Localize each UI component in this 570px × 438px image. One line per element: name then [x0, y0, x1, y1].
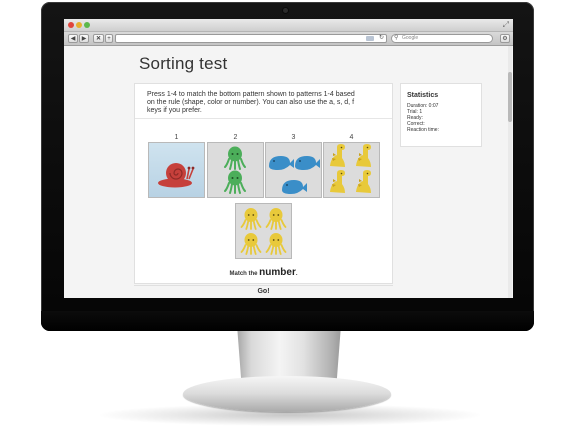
fullscreen-icon[interactable]: ⤢: [503, 20, 509, 30]
card-number-4: 4: [349, 134, 354, 141]
card-number-3: 3: [291, 134, 296, 141]
octopus-icon: [224, 146, 246, 170]
match-rule-text: Match the number.: [135, 267, 392, 278]
browser-window: ⤢ ◀ ▶ ✕ + ↻ ⚲ Google ⚙ Sorting test Pres…: [64, 19, 513, 298]
octopus-icon: [224, 170, 246, 194]
camera-icon: [283, 8, 288, 13]
search-placeholder: Google: [402, 35, 419, 41]
stop-button[interactable]: ✕: [93, 34, 104, 43]
octopus-icon: [265, 233, 287, 255]
whale-icon: [282, 180, 307, 194]
back-button[interactable]: ◀: [68, 34, 78, 43]
gear-icon[interactable]: ⚙: [500, 34, 510, 43]
target-card: [235, 203, 292, 259]
test-panel: Press 1-4 to match the bottom pattern sh…: [134, 83, 393, 284]
dinosaur-icon: [330, 170, 345, 193]
browser-toolbar: ◀ ▶ ✕ + ↻ ⚲ Google ⚙: [64, 32, 513, 46]
close-window-button[interactable]: [68, 22, 74, 28]
card-number-2: 2: [233, 134, 238, 141]
pattern-card-4[interactable]: [323, 142, 380, 198]
forward-button[interactable]: ▶: [79, 34, 89, 43]
scrollbar-thumb[interactable]: [508, 72, 512, 122]
whale-icon: [295, 156, 320, 170]
zoom-window-button[interactable]: [84, 22, 90, 28]
snail-icon: [158, 163, 195, 188]
statistics-panel: Statistics Duration: 0:07 Trial: 1 Ready…: [400, 83, 482, 147]
rss-icon[interactable]: [366, 36, 374, 41]
octopus-icon: [240, 233, 262, 255]
octopus-icon: [265, 208, 287, 230]
browser-titlebar: ⤢: [64, 19, 513, 32]
page-title: Sorting test: [139, 54, 228, 73]
octopus-icon: [240, 208, 262, 230]
new-tab-button[interactable]: +: [105, 34, 113, 43]
address-bar[interactable]: ↻: [115, 34, 387, 43]
search-icon: ⚲: [394, 35, 399, 41]
page-content: Sorting test Press 1-4 to match the bott…: [64, 46, 513, 298]
dinosaur-icon: [356, 144, 371, 167]
whale-icon: [269, 156, 294, 170]
stat-reaction-time: Reaction time:: [407, 127, 439, 133]
instructions-text: Press 1-4 to match the bottom pattern sh…: [147, 91, 355, 114]
page-scrollbar[interactable]: [508, 46, 512, 298]
dinosaur-icon: [356, 170, 371, 193]
reload-icon[interactable]: ↻: [379, 35, 384, 42]
go-button[interactable]: Go!: [134, 285, 393, 298]
match-rule: number: [259, 267, 296, 278]
pattern-card-1[interactable]: [148, 142, 205, 198]
search-input[interactable]: ⚲ Google: [391, 34, 493, 43]
minimize-window-button[interactable]: [76, 22, 82, 28]
match-prefix: Match the: [229, 271, 258, 277]
pattern-card-3[interactable]: [265, 142, 322, 198]
dinosaur-icon: [330, 144, 345, 167]
monitor-stand-base: [183, 376, 391, 412]
card-number-1: 1: [174, 134, 179, 141]
statistics-title: Statistics: [407, 92, 439, 99]
monitor-chin: [41, 311, 534, 331]
pattern-card-2[interactable]: [207, 142, 264, 198]
match-suffix: .: [295, 271, 298, 277]
divider: [135, 118, 392, 119]
